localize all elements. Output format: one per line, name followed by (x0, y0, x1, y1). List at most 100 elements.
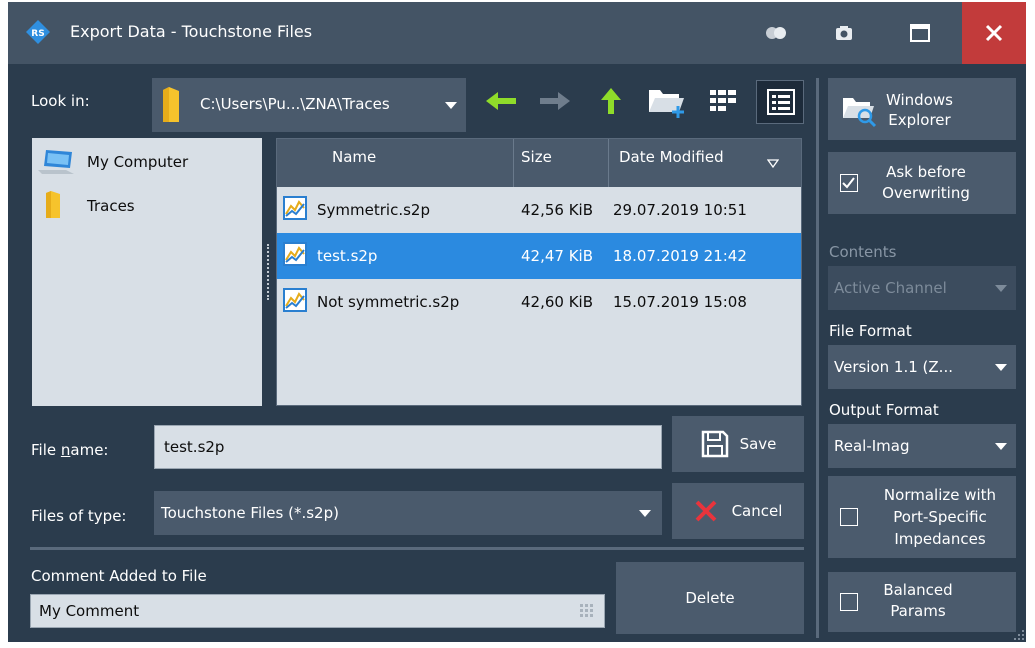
save-button[interactable]: Save (672, 416, 804, 472)
camera-icon (836, 26, 852, 40)
column-header-date[interactable]: Date Modified (619, 148, 724, 166)
check-icon (842, 177, 855, 189)
ask-overwrite-toggle[interactable]: Ask before Overwriting (828, 152, 1016, 214)
normalize-checkbox[interactable] (840, 508, 858, 526)
export-dialog: RS Export Data - Touchstone Files Look i (8, 2, 1026, 642)
files-of-type-value: Touchstone Files (*.s2p) (161, 504, 339, 522)
sidebar-item-traces[interactable]: Traces (32, 188, 262, 224)
title-bar: RS Export Data - Touchstone Files (8, 2, 1026, 64)
output-format-combo[interactable]: Real-Imag (828, 424, 1016, 468)
comment-value: My Comment (39, 602, 140, 620)
grid-view-icon[interactable] (708, 88, 740, 114)
chevron-down-icon (995, 443, 1007, 450)
delete-button[interactable]: Delete (616, 562, 804, 634)
close-icon (985, 24, 1003, 42)
table-row[interactable]: Not symmetric.s2p 42,60 KiB 15.07.2019 15:… (277, 279, 801, 325)
new-folder-icon[interactable] (646, 82, 686, 120)
contents-combo: Active Channel (828, 266, 1016, 310)
splitter-handle[interactable] (267, 244, 272, 300)
chevron-down-icon (995, 364, 1007, 371)
folder-icon (46, 191, 60, 218)
file-name-cell: Symmetric.s2p (317, 201, 430, 219)
folder-icon (163, 87, 179, 122)
explorer-search-icon (843, 98, 877, 128)
delete-label: Delete (685, 589, 735, 607)
sort-descending-icon (767, 159, 779, 168)
touchstone-file-icon (283, 242, 307, 266)
computer-icon (38, 150, 74, 174)
places-panel: My Computer Traces (32, 138, 262, 406)
contents-label: Contents (829, 243, 897, 261)
detail-view-button[interactable] (756, 80, 804, 124)
panel-divider (816, 78, 819, 638)
windows-explorer-button[interactable]: Windows Explorer (828, 78, 1016, 140)
svg-text:RS: RS (31, 29, 44, 39)
contents-value: Active Channel (834, 279, 947, 297)
cancel-x-icon (695, 500, 716, 522)
up-arrow-icon[interactable] (599, 86, 623, 116)
column-header-size[interactable]: Size (521, 148, 552, 166)
table-row[interactable]: Symmetric.s2p 42,56 KiB 29.07.2019 10:51 (277, 187, 801, 233)
file-format-combo[interactable]: Version 1.1 (Z... (828, 345, 1016, 389)
file-format-label: File Format (829, 322, 912, 340)
windows-explorer-label: Windows Explorer (886, 91, 953, 129)
detail-list-icon (767, 89, 795, 115)
forward-arrow-icon[interactable] (538, 90, 572, 112)
file-name-cell: Not symmetric.s2p (317, 293, 460, 311)
look-in-label: Look in: (31, 92, 90, 110)
file-date-cell: 15.07.2019 15:08 (613, 293, 747, 311)
files-of-type-combo[interactable]: Touchstone Files (*.s2p) (154, 491, 662, 535)
file-date-cell: 29.07.2019 10:51 (613, 201, 747, 219)
column-divider (608, 139, 609, 187)
chevron-down-icon (995, 285, 1007, 292)
ask-overwrite-label: Ask before Overwriting (882, 163, 970, 202)
file-name-cell: test.s2p (317, 247, 378, 265)
comment-field[interactable]: My Comment (30, 594, 605, 628)
screenshot-button[interactable] (816, 2, 872, 64)
floppy-disk-icon (701, 430, 728, 458)
balanced-params-toggle[interactable]: Balanced Params (828, 572, 1016, 632)
comment-label: Comment Added to File (31, 567, 207, 585)
normalize-toggle[interactable]: Normalize with Port-Specific Impedances (828, 476, 1016, 558)
maximize-button[interactable] (892, 2, 948, 64)
rohde-schwarz-logo-icon: RS (26, 20, 50, 44)
cancel-label: Cancel (731, 502, 783, 520)
table-row[interactable]: test.s2p 42,47 KiB 18.07.2019 21:42 (277, 233, 801, 279)
normalize-label: Normalize with Port-Specific Impedances (883, 486, 997, 548)
file-size-cell: 42,56 KiB (521, 201, 594, 219)
balanced-params-label: Balanced Params (883, 581, 953, 620)
cancel-button[interactable]: Cancel (672, 483, 804, 539)
file-name-field[interactable]: test.s2p (154, 425, 662, 469)
file-list: Name Size Date Modified Symmetric.s2p 42,… (276, 138, 802, 406)
look-in-path: C:\Users\Pu...\ZNA\Traces (200, 95, 390, 113)
file-size-cell: 42,60 KiB (521, 293, 594, 311)
column-header-name[interactable]: Name (332, 148, 376, 166)
close-button[interactable] (962, 2, 1026, 64)
resize-grip-icon[interactable] (1013, 629, 1025, 641)
ask-overwrite-checkbox[interactable] (840, 174, 858, 192)
output-format-value: Real-Imag (834, 437, 910, 455)
window-title: Export Data - Touchstone Files (70, 22, 313, 41)
balanced-params-checkbox[interactable] (840, 593, 858, 611)
toggle-icon (766, 27, 786, 39)
file-size-cell: 42,47 KiB (521, 247, 594, 265)
files-of-type-label: Files of type: (31, 507, 127, 525)
file-name-label: File name: (31, 441, 109, 459)
output-format-label: Output Format (829, 401, 939, 419)
sidebar-item-label: Traces (87, 197, 135, 215)
save-label: Save (739, 435, 777, 453)
sidebar-item-label: My Computer (87, 153, 189, 171)
file-name-value: test.s2p (164, 438, 225, 456)
back-arrow-icon[interactable] (484, 90, 518, 112)
chevron-down-icon (445, 102, 457, 109)
toggle-button[interactable] (749, 2, 805, 64)
divider (30, 547, 804, 550)
touchstone-file-icon (283, 196, 307, 220)
sidebar-item-my-computer[interactable]: My Computer (32, 144, 262, 180)
file-date-cell: 18.07.2019 21:42 (613, 247, 747, 265)
look-in-combo[interactable]: C:\Users\Pu...\ZNA\Traces (152, 78, 466, 132)
chevron-down-icon (639, 510, 651, 517)
touchstone-file-icon (283, 288, 307, 312)
keyboard-icon[interactable] (579, 603, 597, 619)
file-format-value: Version 1.1 (Z... (834, 358, 953, 376)
